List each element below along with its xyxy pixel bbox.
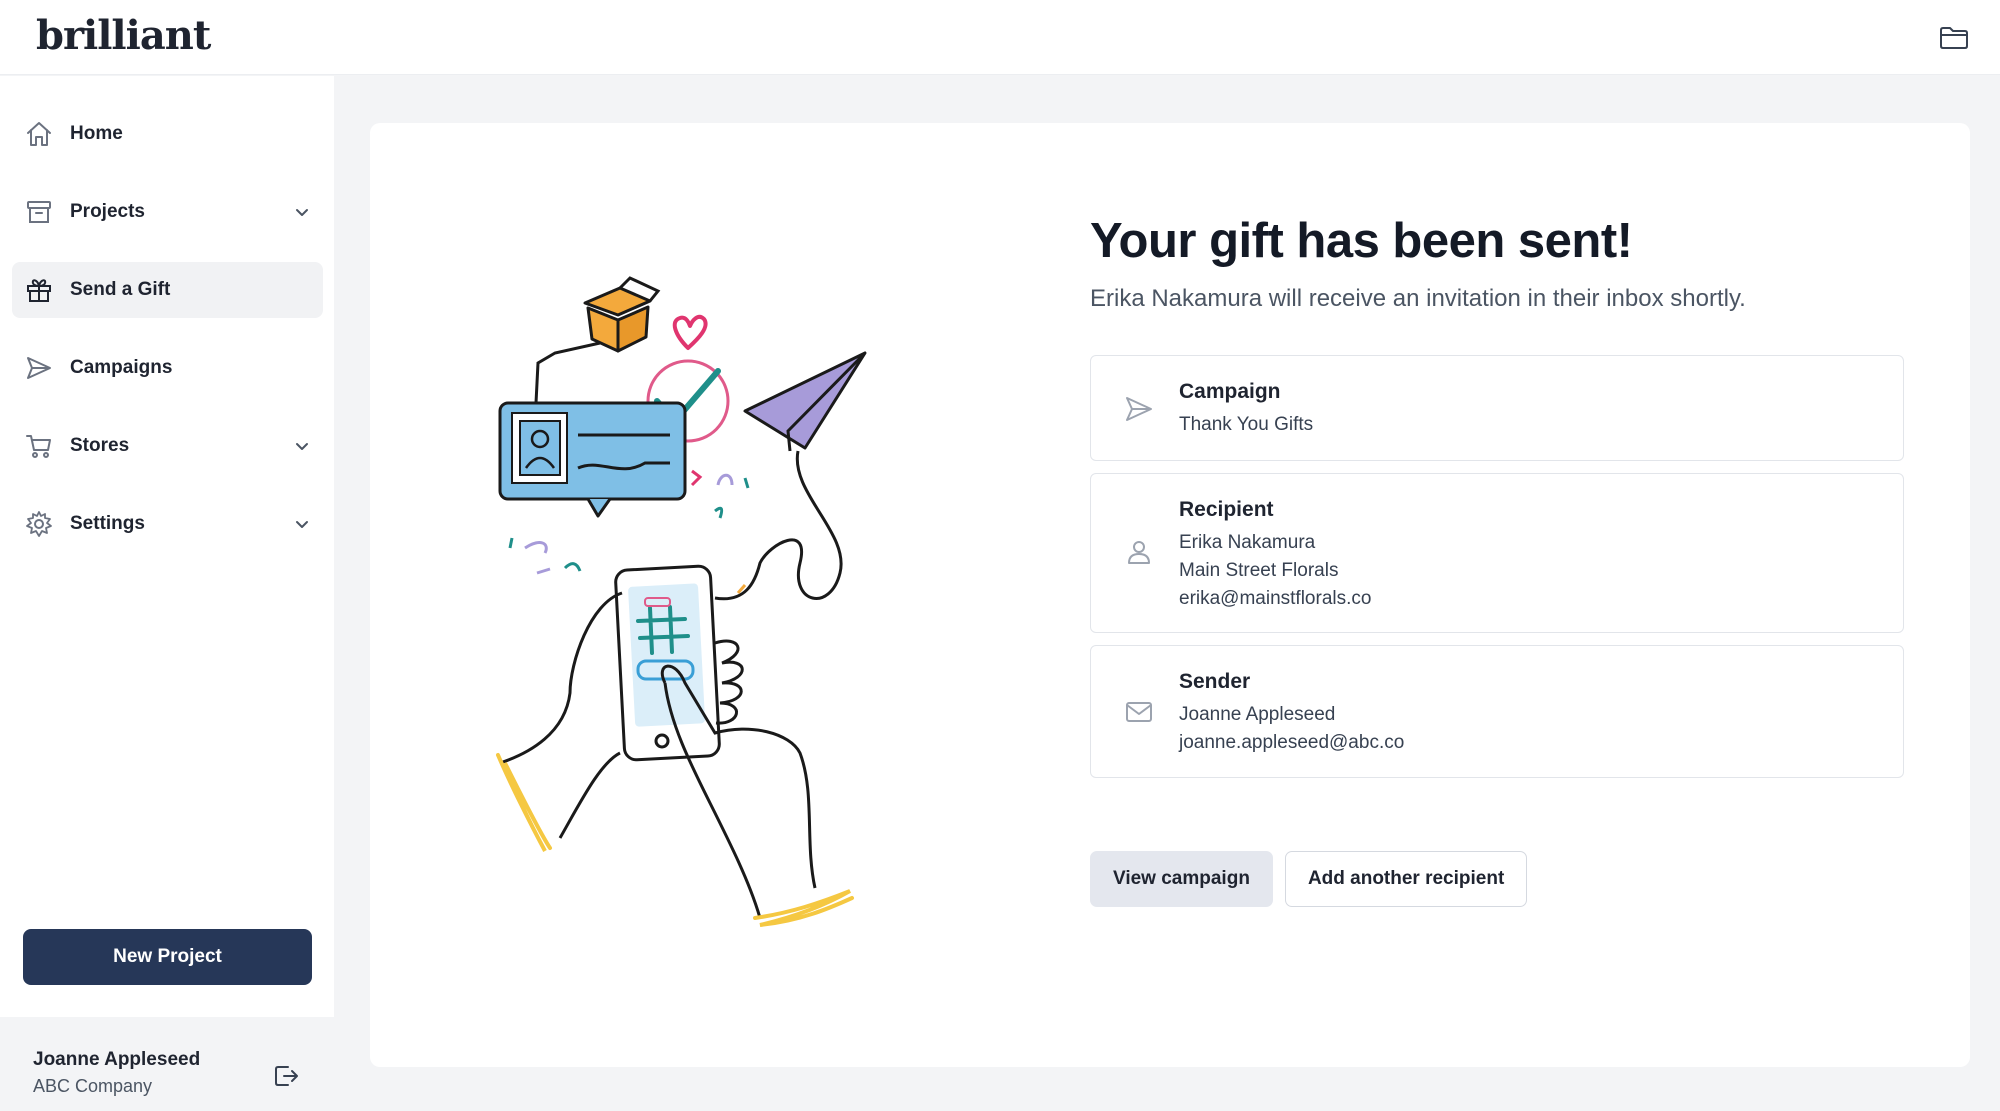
- sidebar-item-settings[interactable]: Settings: [12, 496, 323, 552]
- gear-icon: [24, 509, 54, 539]
- user-profile: Joanne Appleseed ABC Company: [0, 1017, 334, 1111]
- paper-plane-icon: [1126, 397, 1152, 421]
- sender-name: Joanne Appleseed: [1179, 704, 1336, 725]
- sidebar: Home Projects Send a Gift Campaigns Stor…: [0, 76, 334, 1111]
- shopping-cart-icon: [24, 431, 54, 461]
- confirmation-content: Your gift has been sent! Erika Nakamura …: [1090, 213, 1904, 790]
- sidebar-item-campaigns[interactable]: Campaigns: [12, 340, 323, 396]
- chevron-down-icon[interactable]: [293, 515, 311, 533]
- user-company: ABC Company: [33, 1076, 153, 1096]
- action-buttons: View campaign Add another recipient: [1090, 851, 1528, 907]
- sidebar-item-label: Settings: [70, 513, 145, 534]
- user-icon: [1128, 541, 1150, 564]
- paper-plane-icon: [24, 353, 54, 383]
- folder-button[interactable]: [1938, 24, 1970, 52]
- campaign-card: Campaign Thank You Gifts: [1090, 355, 1904, 461]
- campaign-heading: Campaign: [1179, 380, 1281, 403]
- sidebar-item-label: Campaigns: [70, 357, 173, 378]
- sidebar-item-label: Home: [70, 123, 123, 144]
- view-campaign-button[interactable]: View campaign: [1090, 851, 1273, 907]
- campaign-name: Thank You Gifts: [1179, 414, 1314, 435]
- gift-icon: [24, 275, 54, 305]
- sidebar-item-send-a-gift[interactable]: Send a Gift: [12, 262, 323, 318]
- home-icon: [24, 119, 54, 149]
- sender-email: joanne.appleseed@abc.co: [1179, 732, 1405, 753]
- user-name: Joanne Appleseed: [33, 1049, 201, 1070]
- recipient-company: Main Street Florals: [1179, 560, 1339, 581]
- sidebar-item-label: Projects: [70, 201, 145, 222]
- sidebar-item-home[interactable]: Home: [12, 106, 323, 162]
- recipient-name: Erika Nakamura: [1179, 532, 1316, 553]
- folder-icon: [1940, 27, 1968, 49]
- logout-icon[interactable]: [272, 1062, 300, 1090]
- add-another-recipient-button[interactable]: Add another recipient: [1284, 851, 1528, 907]
- recipient-card: Recipient Erika Nakamura Main Street Flo…: [1090, 473, 1904, 633]
- recipient-email: erika@mainstflorals.co: [1179, 588, 1372, 609]
- chevron-down-icon[interactable]: [293, 437, 311, 455]
- recipient-heading: Recipient: [1179, 498, 1274, 521]
- page-title: Your gift has been sent!: [1090, 214, 1633, 268]
- sender-heading: Sender: [1179, 670, 1251, 693]
- sidebar-item-label: Send a Gift: [70, 279, 171, 300]
- archive-box-icon: [24, 197, 54, 227]
- new-project-button[interactable]: New Project: [23, 929, 312, 985]
- sender-card: Sender Joanne Appleseed joanne.appleseed…: [1090, 645, 1904, 778]
- sidebar-item-label: Stores: [70, 435, 130, 456]
- sidebar-item-projects[interactable]: Projects: [12, 184, 323, 240]
- gift-sent-illustration: [496, 276, 867, 927]
- mail-icon: [1126, 702, 1152, 722]
- sidebar-item-stores[interactable]: Stores: [12, 418, 323, 474]
- main-card: Your gift has been sent! Erika Nakamura …: [370, 123, 1970, 1067]
- chevron-down-icon[interactable]: [293, 203, 311, 221]
- page-subtitle: Erika Nakamura will receive an invitatio…: [1090, 285, 1746, 312]
- brand-logo[interactable]: brilliant: [36, 12, 211, 59]
- top-bar: brilliant: [0, 0, 2000, 75]
- sidebar-nav: Home Projects Send a Gift Campaigns Stor…: [12, 106, 323, 574]
